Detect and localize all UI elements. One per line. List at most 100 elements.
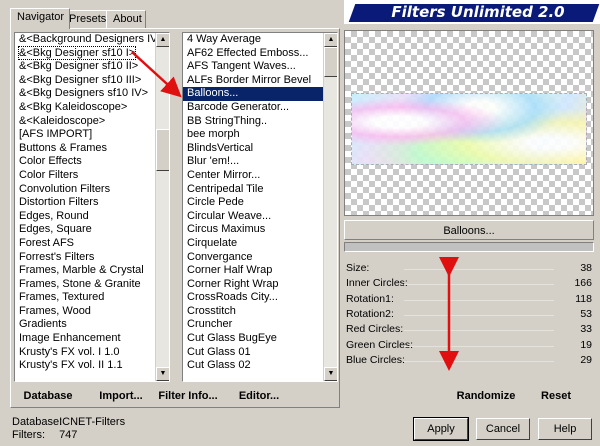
param-value[interactable]: 118 <box>575 293 592 305</box>
list-item[interactable]: Forest AFS <box>15 237 155 251</box>
param-value[interactable]: 53 <box>580 308 592 320</box>
scroll-thumb[interactable] <box>324 47 337 77</box>
list-item[interactable]: Convolution Filters <box>15 183 155 197</box>
list-item[interactable]: Frames, Textured <box>15 291 155 305</box>
list-item[interactable]: &<Background Designers IV> <box>15 33 155 47</box>
list-item[interactable]: 4 Way Average <box>183 33 323 47</box>
category-scrollbar[interactable]: ▲ ▼ <box>155 33 169 381</box>
param-row[interactable]: Rotation1: 118 <box>344 293 594 308</box>
list-item[interactable]: Distortion Filters <box>15 196 155 210</box>
list-item[interactable]: Convergance <box>183 251 323 265</box>
list-item[interactable]: &<Bkg Designer sf10 III> <box>15 74 155 88</box>
param-value[interactable]: 38 <box>580 262 592 274</box>
randomize-button[interactable]: Randomize <box>456 386 516 406</box>
reset-button[interactable]: Reset <box>536 386 576 406</box>
list-item-label: Cut Glass 02 <box>187 359 251 372</box>
list-item[interactable]: &<Bkg Designer sf10 II> <box>15 60 155 74</box>
database-button[interactable]: Database <box>18 386 78 406</box>
list-item[interactable]: Corner Half Wrap <box>183 264 323 278</box>
list-item[interactable]: &<Bkg Kaleidoscope> <box>15 101 155 115</box>
preview-canvas[interactable] <box>344 30 594 216</box>
list-item[interactable]: Frames, Wood <box>15 305 155 319</box>
list-item[interactable]: &<Kaleidoscope> <box>15 115 155 129</box>
tab-about[interactable]: About <box>106 10 146 28</box>
list-item[interactable]: [AFS IMPORT] <box>15 128 155 142</box>
list-item[interactable]: AFS Tangent Waves... <box>183 60 323 74</box>
apply-button[interactable]: Apply <box>413 417 469 441</box>
param-value[interactable]: 19 <box>580 339 592 351</box>
list-item[interactable]: Center Mirror... <box>183 169 323 183</box>
param-row[interactable]: Blue Circles: 29 <box>344 354 594 369</box>
editor-button[interactable]: Editor... <box>236 386 282 406</box>
list-item[interactable]: &<Bkg Designers sf10 IV> <box>15 87 155 101</box>
list-item[interactable]: Buttons & Frames <box>15 142 155 156</box>
param-row[interactable]: Green Circles: 19 <box>344 339 594 354</box>
import-button[interactable]: Import... <box>96 386 146 406</box>
list-item[interactable]: Edges, Square <box>15 223 155 237</box>
list-item[interactable]: Crosstitch <box>183 305 323 319</box>
list-item-label: Distortion Filters <box>19 196 99 209</box>
filter-info-button[interactable]: Filter Info... <box>158 386 218 406</box>
list-item[interactable]: Image Enhancement <box>15 332 155 346</box>
list-item[interactable]: Color Effects <box>15 155 155 169</box>
list-item[interactable]: CrossRoads City... <box>183 291 323 305</box>
help-button[interactable]: Help <box>538 418 592 440</box>
param-slider[interactable] <box>404 330 554 332</box>
list-item[interactable]: Forrest's Filters <box>15 251 155 265</box>
param-row[interactable]: Inner Circles: 166 <box>344 277 594 292</box>
cancel-button[interactable]: Cancel <box>476 418 530 440</box>
scroll-up-icon[interactable]: ▲ <box>156 33 169 47</box>
list-item[interactable]: Centripedal Tile <box>183 183 323 197</box>
list-item[interactable]: Cruncher <box>183 318 323 332</box>
filter-scrollbar[interactable]: ▲ ▼ <box>323 33 337 381</box>
list-item[interactable]: bee morph <box>183 128 323 142</box>
filter-list[interactable]: 4 Way Average AF62 Effected Emboss... AFS … <box>182 32 338 382</box>
scroll-down-icon[interactable]: ▼ <box>156 367 169 381</box>
scroll-thumb[interactable] <box>156 129 169 171</box>
param-row[interactable]: Red Circles: 33 <box>344 323 594 338</box>
list-item[interactable]: Cut Glass BugEye <box>183 332 323 346</box>
param-value[interactable]: 166 <box>574 277 592 289</box>
list-item[interactable]: BB StringThing.. <box>183 115 323 129</box>
zoom-slider[interactable] <box>344 242 594 252</box>
list-item[interactable]: Circle Pede <box>183 196 323 210</box>
param-slider[interactable] <box>404 299 554 301</box>
list-item[interactable]: Corner Right Wrap <box>183 278 323 292</box>
list-item[interactable]: &<Bkg Designer sf10 I> <box>15 45 155 61</box>
list-item[interactable]: Balloons... <box>183 87 323 101</box>
list-item[interactable]: Cirquelate <box>183 237 323 251</box>
list-item[interactable]: Frames, Stone & Granite <box>15 278 155 292</box>
scroll-up-icon[interactable]: ▲ <box>324 33 337 47</box>
param-slider[interactable] <box>404 284 554 286</box>
category-list[interactable]: &<Background Designers IV> &<Bkg Designer… <box>14 32 170 382</box>
status-database-label: Database: <box>12 416 63 428</box>
scroll-down-icon[interactable]: ▼ <box>324 367 337 381</box>
list-item[interactable]: Circus Maximus <box>183 223 323 237</box>
list-item[interactable]: Frames, Marble & Crystal <box>15 264 155 278</box>
list-item[interactable]: Barcode Generator... <box>183 101 323 115</box>
tab-navigator[interactable]: Navigator <box>10 8 70 29</box>
param-slider[interactable] <box>404 360 554 362</box>
param-slider[interactable] <box>404 269 554 270</box>
param-value[interactable]: 33 <box>580 323 592 335</box>
list-item-label: Forrest's Filters <box>19 250 95 263</box>
list-item[interactable]: Cut Glass 01 <box>183 346 323 360</box>
list-item[interactable]: Color Filters <box>15 169 155 183</box>
list-item-label: Cirquelate <box>187 236 238 249</box>
param-slider[interactable] <box>404 314 554 316</box>
param-row[interactable]: Size: 38 <box>344 262 594 277</box>
list-item[interactable]: AF62 Effected Emboss... <box>183 47 323 61</box>
list-item[interactable]: BlindsVertical <box>183 142 323 156</box>
param-value[interactable]: 29 <box>580 354 592 366</box>
param-row[interactable]: Rotation2: 53 <box>344 308 594 323</box>
list-item[interactable]: Krusty's FX vol. I 1.0 <box>15 346 155 360</box>
list-item[interactable]: ALFs Border Mirror Bevel <box>183 74 323 88</box>
list-item[interactable]: Krusty's FX vol. II 1.1 <box>15 359 155 373</box>
param-slider[interactable] <box>404 345 554 347</box>
list-item-label: Forest AFS <box>19 236 75 249</box>
list-item[interactable]: Cut Glass 02 <box>183 359 323 373</box>
list-item[interactable]: Circular Weave... <box>183 210 323 224</box>
list-item[interactable]: Blur 'em!... <box>183 155 323 169</box>
list-item[interactable]: Gradients <box>15 318 155 332</box>
list-item[interactable]: Edges, Round <box>15 210 155 224</box>
